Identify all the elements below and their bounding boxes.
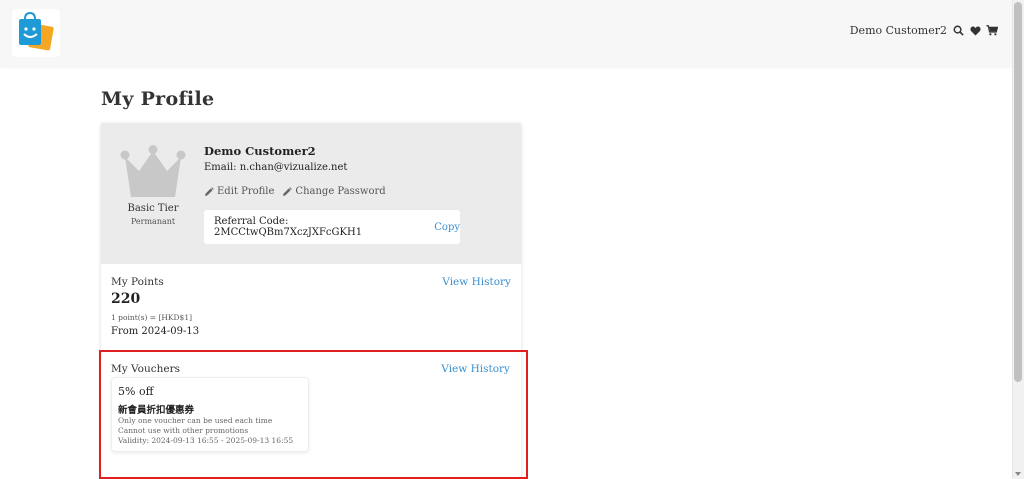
referral-code-text: Referral Code: 2MCCtwQBm7XczJXFcGKH1 [214,216,426,238]
referral-code-box: Referral Code: 2MCCtwQBm7XczJXFcGKH1 Cop… [204,210,460,244]
search-icon[interactable] [952,25,964,37]
heart-icon[interactable] [969,25,981,37]
points-view-history-link[interactable]: View History [442,276,511,288]
page-scrollbar[interactable] [1012,0,1024,479]
store-logo[interactable] [12,9,60,57]
header-user-area: Demo Customer2 [850,24,998,37]
pencil-icon [283,186,293,196]
points-section: My Points View History 220 1 point(s) = … [101,264,521,352]
change-password-label: Change Password [295,186,386,197]
voucher-name: 新會員折扣優惠券 [118,405,195,416]
edit-profile-link[interactable]: Edit Profile [204,186,274,197]
change-password-link[interactable]: Change Password [282,186,386,197]
pencil-icon [205,186,214,196]
vouchers-label: My Vouchers [111,363,180,375]
tier-name: Basic Tier [127,203,179,214]
referral-code: 2MCCtwQBm7XczJXFcGKH1 [214,227,363,238]
shopping-bag-logo-icon [19,11,54,51]
points-label: My Points [111,276,164,288]
voucher-card[interactable]: 5% off 新會員折扣優惠券 Only one voucher can be … [111,377,309,452]
voucher-title: 5% off [118,385,154,398]
voucher-rule-two: Cannot use with other promotions [118,426,249,435]
cart-icon[interactable] [986,25,998,37]
profile-card: Basic Tier Permanant Demo Customer2 Emai… [99,123,528,479]
email-row: Email: n.chan@vizualize.net [204,162,347,173]
points-from-date: From 2024-09-13 [111,326,200,337]
voucher-validity: Validity: 2024-09-13 16:55 - 2025-09-13 … [118,436,294,445]
profile-summary: Basic Tier Permanant Demo Customer2 Emai… [101,123,521,264]
email-label: Email: [204,162,237,173]
points-rate: 1 point(s) = [HKD$1] [111,313,193,322]
header-user-name[interactable]: Demo Customer2 [850,24,947,37]
copy-referral-button[interactable]: Copy [434,222,460,233]
profile-actions: Edit Profile Change Password [204,186,386,197]
referral-label: Referral Code: [214,216,289,227]
scrollbar-thumb[interactable] [1014,2,1022,382]
email-value: n.chan@vizualize.net [239,162,348,173]
points-value: 220 [111,291,141,307]
tier-status: Permanant [130,217,176,226]
vouchers-section: My Vouchers View History 5% off 新會員折扣優惠券… [99,350,528,479]
top-navigation-bar: Demo Customer2 [0,0,1012,66]
voucher-rule-one: Only one voucher can be used each time [118,416,273,425]
page-title: My Profile [101,88,215,110]
edit-profile-label: Edit Profile [217,186,275,197]
crown-icon [120,145,186,197]
vouchers-view-history-link[interactable]: View History [441,363,510,375]
customer-name: Demo Customer2 [204,144,316,158]
scroll-down-arrow-icon[interactable] [1015,472,1021,476]
